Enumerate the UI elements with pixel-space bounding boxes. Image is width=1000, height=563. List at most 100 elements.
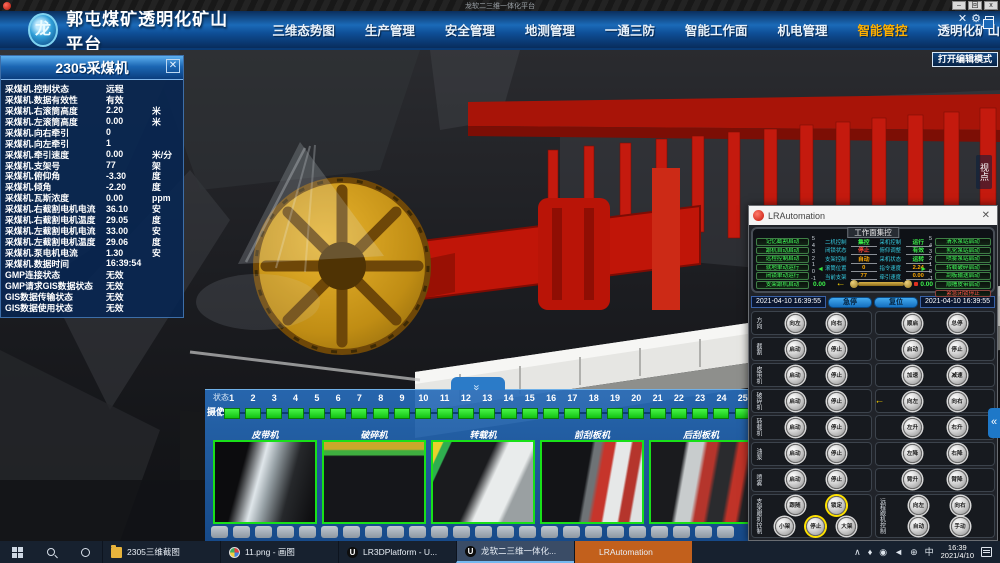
control-button[interactable]: 启动: [786, 366, 805, 385]
control-button[interactable]: 停止: [827, 392, 846, 411]
control-button[interactable]: 启动: [786, 470, 805, 489]
nav-item-2[interactable]: 生产管理: [365, 20, 415, 39]
pager-square[interactable]: [541, 526, 558, 538]
camera-status-toggle[interactable]: [394, 408, 410, 419]
control-button[interactable]: 向右: [951, 496, 970, 515]
control-group[interactable]: 支架跟机控制跟随锁定小架停止大架: [751, 494, 872, 538]
pager-square[interactable]: [431, 526, 448, 538]
pager-square[interactable]: [673, 526, 690, 538]
control-group[interactable]: 加速减速: [875, 363, 996, 387]
control-group[interactable]: ←向左向右: [875, 389, 996, 413]
control-button[interactable]: 停止: [827, 366, 846, 385]
camera-status-toggle[interactable]: [607, 408, 623, 419]
pager-square[interactable]: [629, 526, 646, 538]
camera-status-toggle[interactable]: [543, 408, 559, 419]
camera-status-toggle[interactable]: [351, 408, 367, 419]
control-button[interactable]: 小架: [775, 517, 794, 536]
camera-status-toggle[interactable]: [458, 408, 474, 419]
control-button[interactable]: 右升: [948, 418, 967, 437]
pager-square[interactable]: [475, 526, 492, 538]
pager-square[interactable]: [717, 526, 734, 538]
emergency-lock-button[interactable]: 紧急闭锁停止: [935, 290, 991, 298]
camera-status-toggle[interactable]: [373, 408, 389, 419]
nav-item-5[interactable]: 一通三防: [605, 20, 655, 39]
camera-status-toggle[interactable]: [501, 408, 517, 419]
control-group[interactable]: 左降右降: [875, 442, 996, 466]
camera-feed-video[interactable]: [431, 440, 535, 524]
window-layout-icon[interactable]: [985, 16, 994, 24]
camera-status-toggle[interactable]: [266, 408, 282, 419]
camera-feed-video[interactable]: [649, 440, 750, 524]
reset-button[interactable]: 复位: [874, 297, 918, 308]
camera-status-toggle[interactable]: [650, 408, 666, 419]
control-button[interactable]: 启动: [786, 340, 805, 359]
ime-chinese-icon[interactable]: 中: [925, 547, 934, 557]
pager-square[interactable]: [277, 526, 294, 538]
control-button[interactable]: 停止: [827, 340, 846, 359]
camera-status-toggle[interactable]: [309, 408, 325, 419]
open-edit-mode-button[interactable]: 打开编辑模式: [932, 52, 998, 67]
nav-item-4[interactable]: 地测管理: [525, 20, 575, 39]
control-group[interactable]: 油泵启动停止: [751, 442, 872, 466]
mode-button[interactable]: 刮板输送启动: [935, 272, 991, 280]
pager-square[interactable]: [299, 526, 316, 538]
viewpoint-tab[interactable]: 视点: [976, 155, 992, 189]
control-group[interactable]: 方向向左向右: [751, 311, 872, 335]
estop-button[interactable]: 急停: [828, 297, 872, 308]
network-icon[interactable]: ⊕: [910, 547, 918, 557]
control-button[interactable]: 停止: [948, 340, 967, 359]
camera-feed-video[interactable]: [322, 440, 426, 524]
control-group[interactable]: 喷雾启动停止: [751, 468, 872, 492]
pager-square[interactable]: [233, 526, 250, 538]
control-button[interactable]: 向左: [909, 496, 928, 515]
mode-button[interactable]: 清水泵站启动: [935, 238, 991, 246]
panel-close-icon[interactable]: ✕: [166, 59, 180, 73]
control-group[interactable]: 顺启 总停: [875, 311, 996, 335]
control-button[interactable]: 向右: [948, 392, 967, 411]
control-group[interactable]: 臂升臂降: [875, 468, 996, 492]
hidden-icons-chevron-icon[interactable]: ∧: [854, 547, 861, 557]
control-button[interactable]: 跟随: [786, 496, 805, 515]
pager-square[interactable]: [585, 526, 602, 538]
control-button[interactable]: 停止: [827, 418, 846, 437]
taskbar-task[interactable]: U龙软二三维一体化...: [456, 541, 574, 563]
camera-status-toggle[interactable]: [437, 408, 453, 419]
usb-icon[interactable]: ♦: [868, 547, 873, 557]
control-button[interactable]: 顺启: [903, 314, 922, 333]
control-group[interactable]: 左升右升: [875, 415, 996, 439]
camera-feed-video[interactable]: [213, 440, 317, 524]
pager-square[interactable]: [695, 526, 712, 538]
control-button[interactable]: 锁定: [827, 496, 846, 515]
mode-button[interactable]: 支架跟机启动: [756, 281, 809, 289]
control-button[interactable]: 加速: [903, 366, 922, 385]
camera-feed-video[interactable]: [540, 440, 644, 524]
camera-status-toggle[interactable]: [586, 408, 602, 419]
pager-square[interactable]: [387, 526, 404, 538]
pager-square[interactable]: [255, 526, 272, 538]
control-button[interactable]: 右降: [948, 444, 967, 463]
control-button[interactable]: 启动: [786, 392, 805, 411]
action-center-icon[interactable]: [981, 547, 992, 557]
mode-button[interactable]: 喷雾泵站启动: [935, 255, 991, 263]
mode-button[interactable]: 跟机自动启动: [756, 247, 809, 255]
taskbar-task[interactable]: ULR3DPlatform - U...: [338, 541, 456, 563]
control-group[interactable]: 截割启动停止: [751, 337, 872, 361]
maximize-button[interactable]: 回: [968, 1, 982, 10]
control-button[interactable]: 启动: [786, 444, 805, 463]
control-button[interactable]: 臂升: [903, 470, 922, 489]
control-button[interactable]: 向左: [786, 314, 805, 333]
gear-icon[interactable]: ⚙: [971, 14, 981, 25]
nav-item-8[interactable]: 智能管控: [857, 20, 907, 39]
pager-square[interactable]: [519, 526, 536, 538]
mode-button[interactable]: 远程控制启动: [756, 255, 809, 263]
control-group[interactable]: 破碎机启动停止: [751, 389, 872, 413]
control-button[interactable]: 总停: [948, 314, 967, 333]
control-button[interactable]: 启动: [903, 340, 922, 359]
clock[interactable]: 16:39 2021/4/10: [941, 544, 974, 561]
defender-shield-icon[interactable]: ◉: [879, 547, 887, 557]
pager-square[interactable]: [453, 526, 470, 538]
mode-button[interactable]: 闭锁单动运行: [756, 272, 809, 280]
camera-status-toggle[interactable]: [713, 408, 729, 419]
panel-minimize-chevron-icon[interactable]: «: [451, 377, 505, 390]
nav-item-6[interactable]: 智能工作面: [685, 20, 748, 39]
